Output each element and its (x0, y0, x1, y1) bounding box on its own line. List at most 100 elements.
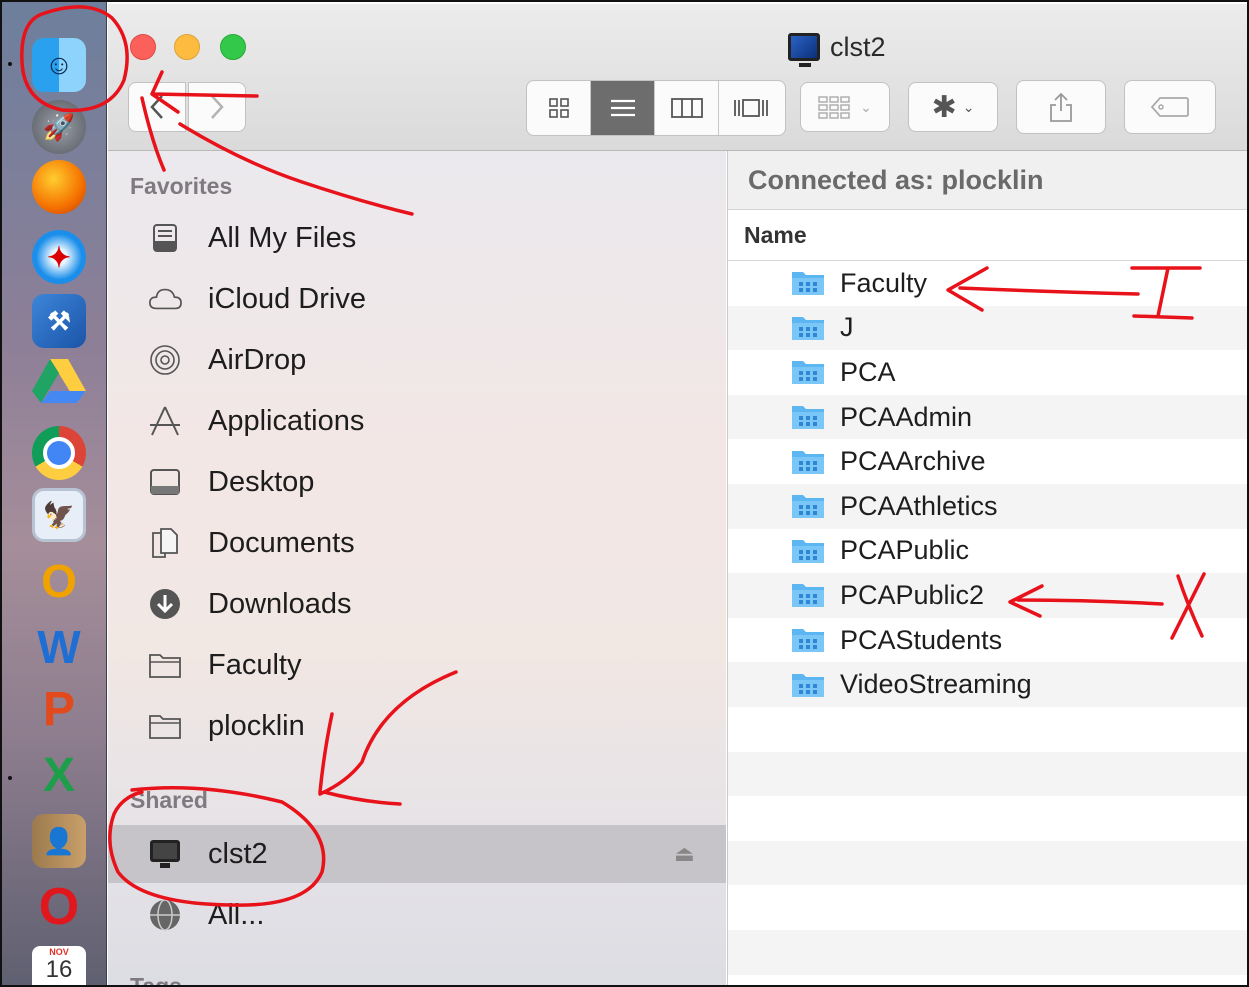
firefox-icon[interactable] (32, 160, 86, 214)
calendar-icon[interactable]: NOV 16 (32, 946, 86, 985)
xcode-icon[interactable]: ⚒ (32, 294, 86, 348)
title-bar: clst2 ⌄ ✱ ⌄ (108, 4, 1247, 151)
finder-window: clst2 ⌄ ✱ ⌄ Favorites All My Files iClou… (108, 4, 1247, 987)
sidebar-item-airdrop[interactable]: AirDrop (108, 331, 726, 389)
arrange-button[interactable]: ⌄ (800, 82, 890, 132)
file-list-row[interactable]: VideoStreaming (728, 662, 1247, 707)
file-list-row[interactable]: PCAArchive (728, 439, 1247, 484)
safari-icon[interactable]: ✦ (32, 230, 86, 284)
shared-folder-icon (790, 626, 826, 654)
file-name: PCAPublic (840, 535, 970, 566)
file-list-row[interactable]: PCAAdmin (728, 394, 1247, 440)
file-list-row[interactable]: PCA (728, 350, 1247, 395)
sidebar-item-clst2[interactable]: clst2 ⏏ (108, 825, 726, 883)
sidebar-item-label: Desktop (208, 465, 315, 498)
share-icon (1050, 92, 1072, 122)
empty-row (728, 930, 1247, 975)
shared-folder-icon (790, 448, 826, 476)
list-view-button[interactable] (591, 81, 655, 135)
powerpoint-icon[interactable]: P (32, 682, 86, 736)
file-list-row[interactable]: Faculty (728, 261, 1247, 306)
sidebar-item-downloads[interactable]: Downloads (108, 575, 726, 633)
cover-flow-button[interactable] (719, 81, 783, 135)
connection-bar: Connected as: plocklin (728, 151, 1247, 210)
icon-view-icon (548, 98, 569, 118)
forward-button[interactable] (188, 82, 246, 132)
icon-view-button[interactable] (527, 81, 591, 135)
opera-icon[interactable]: O (32, 878, 86, 936)
shared-header: Shared (130, 787, 208, 813)
word-icon[interactable]: W (32, 620, 86, 674)
running-indicator (8, 776, 12, 780)
back-button[interactable] (128, 82, 186, 132)
sidebar-item-plocklin[interactable]: plocklin (108, 697, 726, 755)
contacts-icon[interactable]: 👤 (32, 814, 86, 868)
documents-icon (148, 526, 182, 560)
chrome-icon[interactable] (32, 426, 86, 480)
file-name: Faculty (840, 267, 928, 298)
sidebar-item-icloud-drive[interactable]: iCloud Drive (108, 270, 726, 328)
folder-icon (148, 648, 182, 682)
file-list-row[interactable]: PCAPublic (728, 529, 1247, 574)
monitor-icon (148, 837, 182, 871)
empty-row (728, 885, 1247, 930)
sidebar-item-desktop[interactable]: Desktop (108, 453, 726, 511)
empty-row (728, 796, 1247, 841)
column-header-label: Name (744, 221, 807, 248)
tag-button[interactable] (1124, 80, 1216, 134)
cloud-icon (148, 282, 182, 316)
window-title: clst2 (788, 28, 886, 67)
file-name: PCAStudents (840, 624, 1003, 655)
view-mode-segmented-control (526, 80, 786, 136)
dock: ☺ 🚀 ✦ ⚒ 🦅 O W P X 👤 O NOV 16 (2, 2, 107, 985)
action-menu-button[interactable]: ✱ ⌄ (908, 82, 998, 132)
sidebar-item-applications[interactable]: Applications (108, 392, 726, 450)
google-drive-icon[interactable] (32, 354, 86, 408)
finder-icon[interactable]: ☺ (32, 38, 86, 92)
network-icon (148, 898, 182, 932)
chevron-right-icon (211, 95, 224, 119)
sidebar-item-label: All... (208, 898, 265, 931)
folder-icon (148, 709, 182, 743)
column-view-icon (670, 98, 703, 118)
connection-status: Connected as: plocklin (748, 164, 1044, 195)
sidebar-item-label: Downloads (208, 587, 352, 620)
minimize-button[interactable] (174, 34, 200, 60)
file-name: VideoStreaming (840, 669, 1032, 700)
outlook-icon[interactable]: O (32, 554, 86, 608)
running-indicator (8, 62, 12, 66)
share-button[interactable] (1016, 80, 1106, 134)
file-name: PCAAthletics (840, 490, 998, 521)
file-list-row[interactable]: PCAAthletics (728, 484, 1247, 529)
file-name: PCAAdmin (840, 401, 973, 432)
preview-icon[interactable]: 🦅 (32, 488, 86, 542)
excel-icon[interactable]: X (32, 748, 86, 802)
sidebar-item-label: AirDrop (208, 343, 307, 376)
sidebar-item-all-shared[interactable]: All... (108, 886, 726, 944)
launchpad-icon[interactable]: 🚀 (32, 100, 86, 154)
sidebar-item-all-my-files[interactable]: All My Files (108, 209, 726, 267)
close-button[interactable] (130, 34, 156, 60)
file-list-row[interactable]: PCAPublic2 (728, 573, 1247, 618)
sidebar-item-faculty[interactable]: Faculty (108, 636, 726, 694)
shared-folder-icon (790, 269, 826, 297)
file-list-row[interactable]: J (728, 305, 1247, 351)
downloads-icon (148, 587, 182, 621)
shared-folder-icon (790, 403, 826, 431)
zoom-button[interactable] (220, 34, 246, 60)
shared-folder-icon (790, 358, 826, 386)
sidebar-item-label: iCloud Drive (208, 282, 366, 315)
sidebar-item-label: Applications (208, 404, 365, 437)
tags-header: Tags (130, 973, 182, 987)
desktop-icon (148, 465, 182, 499)
column-header-name[interactable]: Name (728, 210, 1247, 261)
sidebar-item-label: All My Files (208, 221, 357, 254)
shared-folder-icon (790, 537, 826, 565)
sidebar-item-documents[interactable]: Documents (108, 514, 726, 572)
airdrop-icon (148, 343, 182, 377)
column-view-button[interactable] (655, 81, 719, 135)
all-files-icon (148, 221, 182, 255)
file-list-row[interactable]: PCAStudents (728, 618, 1247, 663)
eject-icon[interactable]: ⏏ (674, 841, 695, 867)
calendar-day: 16 (45, 956, 73, 983)
